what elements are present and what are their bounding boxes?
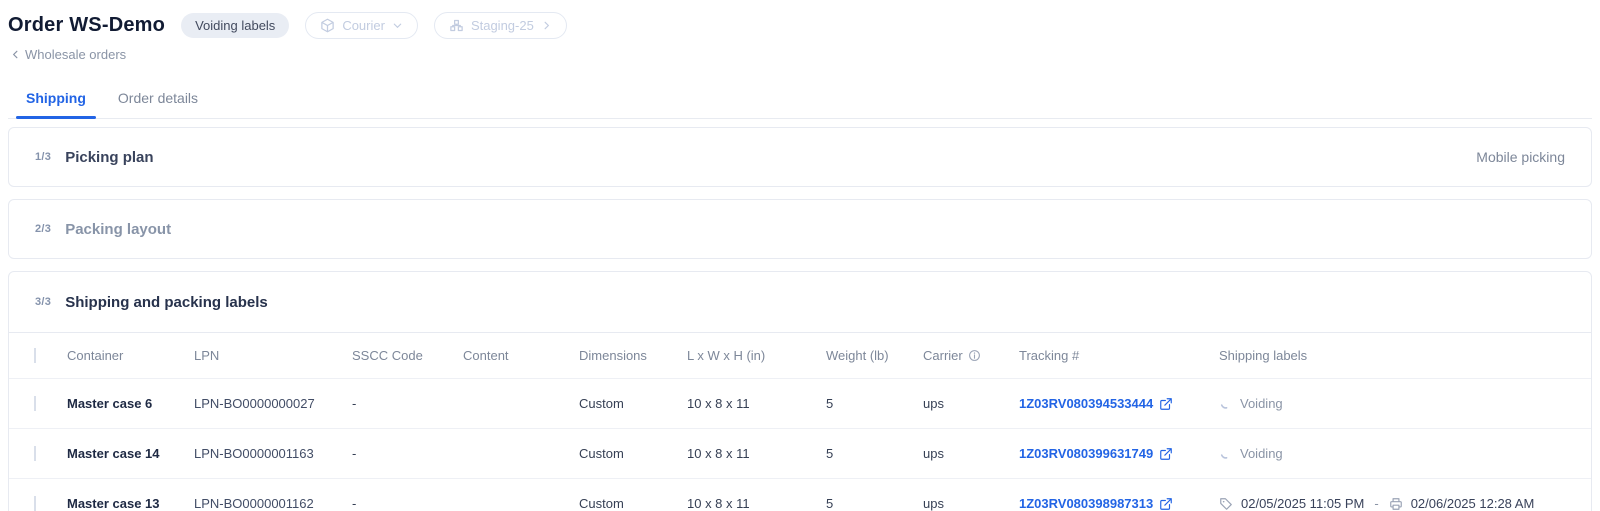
column-header-dimensions: Dimensions bbox=[579, 348, 687, 363]
step-indicator: 2/3 bbox=[35, 223, 51, 235]
weight-cell: 5 bbox=[826, 496, 923, 511]
external-link-icon bbox=[1159, 447, 1173, 461]
tracking-number: 1Z03RV080398987313 bbox=[1019, 496, 1153, 511]
column-header-weight: Weight (lb) bbox=[826, 348, 923, 363]
tracking-number: 1Z03RV080399631749 bbox=[1019, 446, 1153, 461]
printer-icon bbox=[1389, 497, 1403, 511]
container-cell: Master case 6 bbox=[67, 396, 194, 411]
chevron-left-icon bbox=[10, 49, 21, 60]
tag-icon bbox=[1219, 497, 1233, 511]
tracking-link[interactable]: 1Z03RV080399631749 bbox=[1019, 446, 1219, 461]
tracking-number: 1Z03RV080394533444 bbox=[1019, 396, 1153, 411]
status-badge: Voiding labels bbox=[181, 13, 289, 38]
section-title-picking-plan: Picking plan bbox=[65, 149, 153, 166]
section-title-shipping-labels: Shipping and packing labels bbox=[65, 294, 268, 311]
column-header-sscc: SSCC Code bbox=[352, 348, 463, 363]
external-link-icon bbox=[1159, 497, 1173, 511]
column-header-lpn: LPN bbox=[194, 348, 352, 363]
chevron-down-icon bbox=[392, 20, 403, 31]
tab-order-details[interactable]: Order details bbox=[116, 82, 200, 118]
chevron-right-icon bbox=[541, 20, 552, 31]
shipping-labels-cell: 02/05/2025 11:05 PM - 02/06/2025 12:28 A… bbox=[1219, 496, 1591, 511]
carrier-cell: ups bbox=[923, 496, 1019, 511]
column-header-carrier: Carrier bbox=[923, 348, 963, 363]
column-header-content: Content bbox=[463, 348, 579, 363]
voiding-status: Voiding bbox=[1240, 446, 1283, 461]
courier-dropdown-button[interactable]: Courier bbox=[305, 12, 418, 39]
column-header-shipping-labels: Shipping labels bbox=[1219, 348, 1591, 363]
breadcrumb[interactable]: Wholesale orders bbox=[10, 47, 1592, 62]
label-printed-date: 02/06/2025 12:28 AM bbox=[1411, 496, 1535, 511]
lwh-cell: 10 x 8 x 11 bbox=[687, 396, 826, 411]
staging-button-label: Staging-25 bbox=[471, 18, 534, 33]
voiding-status: Voiding bbox=[1240, 396, 1283, 411]
step-indicator: 3/3 bbox=[35, 296, 51, 308]
staging-button[interactable]: Staging-25 bbox=[434, 12, 567, 39]
lpn-cell: LPN-BO0000000027 bbox=[194, 396, 352, 411]
column-header-tracking: Tracking # bbox=[1019, 348, 1219, 363]
date-separator: - bbox=[1374, 496, 1378, 511]
sscc-cell: - bbox=[352, 446, 463, 461]
step-indicator: 1/3 bbox=[35, 151, 51, 163]
shipping-labels-cell: Voiding bbox=[1219, 396, 1591, 411]
spinner-icon bbox=[1219, 397, 1232, 410]
weight-cell: 5 bbox=[826, 446, 923, 461]
sscc-cell: - bbox=[352, 496, 463, 511]
lpn-cell: LPN-BO0000001163 bbox=[194, 446, 352, 461]
row-checkbox[interactable] bbox=[34, 396, 36, 411]
page-title: Order WS-Demo bbox=[8, 14, 165, 37]
select-all-checkbox[interactable] bbox=[34, 348, 36, 363]
picking-plan-card: 1/3 Picking plan Mobile picking bbox=[8, 127, 1592, 187]
column-header-container: Container bbox=[67, 348, 194, 363]
table-row: Master case 13 LPN-BO0000001162 - Custom… bbox=[9, 478, 1591, 511]
tab-bar: Shipping Order details bbox=[8, 82, 1592, 119]
column-header-lwh: L x W x H (in) bbox=[687, 348, 826, 363]
tracking-link[interactable]: 1Z03RV080394533444 bbox=[1019, 396, 1219, 411]
container-cell: Master case 13 bbox=[67, 496, 194, 511]
row-checkbox[interactable] bbox=[34, 496, 36, 511]
order-page: Order WS-Demo Voiding labels Courier Sta… bbox=[0, 0, 1600, 511]
weight-cell: 5 bbox=[826, 396, 923, 411]
packing-layout-card: 2/3 Packing layout bbox=[8, 199, 1592, 259]
dimensions-cell: Custom bbox=[579, 496, 687, 511]
page-header: Order WS-Demo Voiding labels Courier Sta… bbox=[8, 12, 1592, 39]
section-title-packing-layout: Packing layout bbox=[65, 221, 171, 238]
carrier-cell: ups bbox=[923, 396, 1019, 411]
shipping-labels-cell: Voiding bbox=[1219, 446, 1591, 461]
dimensions-cell: Custom bbox=[579, 396, 687, 411]
label-created-date: 02/05/2025 11:05 PM bbox=[1241, 496, 1364, 511]
lwh-cell: 10 x 8 x 11 bbox=[687, 446, 826, 461]
carrier-cell: ups bbox=[923, 446, 1019, 461]
mobile-picking-link[interactable]: Mobile picking bbox=[1476, 149, 1565, 165]
dimensions-cell: Custom bbox=[579, 446, 687, 461]
table-row: Master case 14 LPN-BO0000001163 - Custom… bbox=[9, 428, 1591, 478]
info-icon[interactable] bbox=[968, 349, 981, 362]
table-header-row: Container LPN SSCC Code Content Dimensio… bbox=[9, 332, 1591, 378]
breadcrumb-label: Wholesale orders bbox=[25, 47, 126, 62]
external-link-icon bbox=[1159, 397, 1173, 411]
container-cell: Master case 14 bbox=[67, 446, 194, 461]
lpn-cell: LPN-BO0000001162 bbox=[194, 496, 352, 511]
table-row: Master case 6 LPN-BO0000000027 - Custom … bbox=[9, 378, 1591, 428]
shipping-labels-card: 3/3 Shipping and packing labels Containe… bbox=[8, 271, 1592, 511]
row-checkbox[interactable] bbox=[34, 446, 36, 461]
sscc-cell: - bbox=[352, 396, 463, 411]
spinner-icon bbox=[1219, 447, 1232, 460]
staging-rack-icon bbox=[449, 18, 464, 33]
courier-button-label: Courier bbox=[342, 18, 385, 33]
tab-shipping[interactable]: Shipping bbox=[24, 82, 88, 118]
package-icon bbox=[320, 18, 335, 33]
lwh-cell: 10 x 8 x 11 bbox=[687, 496, 826, 511]
tracking-link[interactable]: 1Z03RV080398987313 bbox=[1019, 496, 1219, 511]
